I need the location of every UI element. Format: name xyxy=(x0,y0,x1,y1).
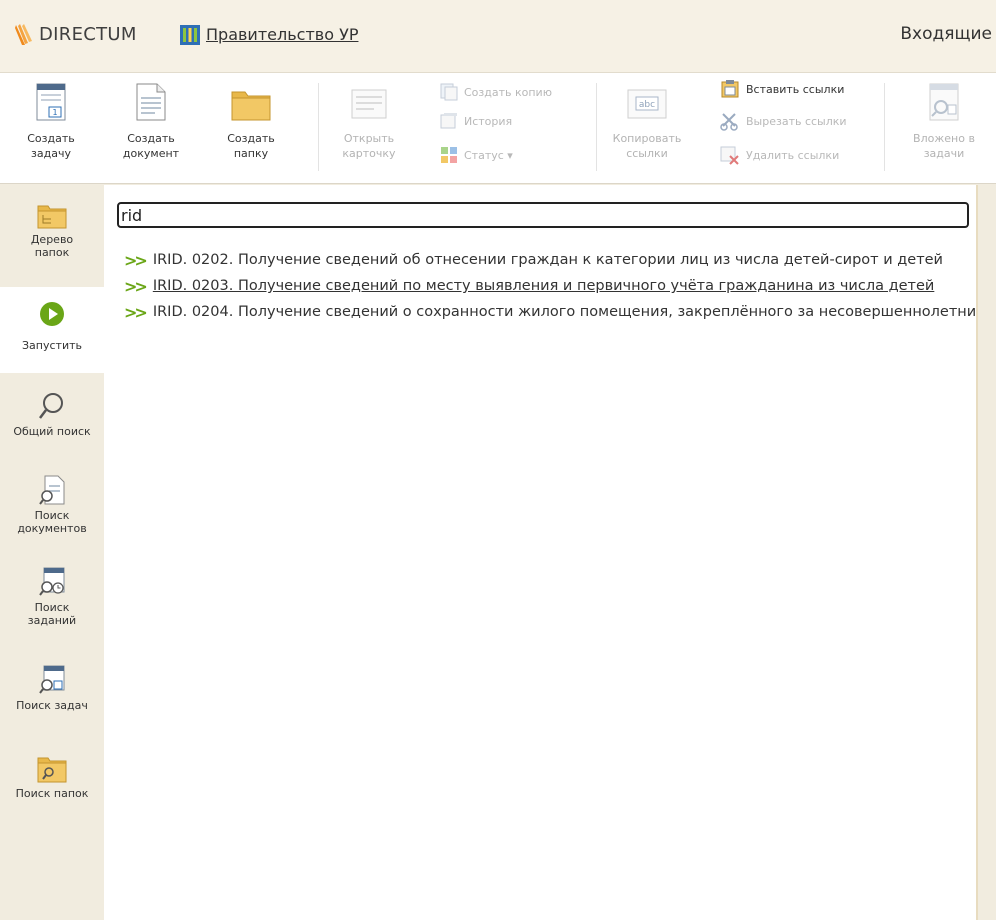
copy-links-button[interactable]: abc Копировать ссылки xyxy=(604,73,690,183)
brand-name: DIRECTUM xyxy=(39,24,137,45)
toolbar-separator xyxy=(318,83,319,171)
history-icon xyxy=(440,113,457,129)
create-folder-button[interactable]: Создать папку xyxy=(208,73,294,183)
run-label: Запустить xyxy=(22,339,82,352)
play-icon xyxy=(40,302,64,326)
title-bar: DIRECTUM Правительство УР Входящие xyxy=(0,0,996,73)
task-calendar-icon: 1 xyxy=(36,83,66,121)
delete-links-label: Удалить ссылки xyxy=(746,148,840,162)
document-search-icon xyxy=(39,475,65,505)
nav-task-search[interactable]: Поиск задач xyxy=(0,665,104,712)
copy-links-label: Копировать ссылки xyxy=(612,132,682,160)
directum-logo-icon xyxy=(15,24,32,45)
attached-in-tasks-label: Вложено в задачи xyxy=(913,132,975,160)
folder-tree-icon xyxy=(37,205,67,229)
result-item-label: IRID. 0202. Получение сведений об отнесе… xyxy=(152,252,943,268)
copy-links-icon: abc xyxy=(627,89,667,119)
document-icon xyxy=(136,83,166,121)
result-item[interactable]: >> IRID. 0204. Получение сведений о сохр… xyxy=(124,299,976,325)
double-chevron-right-icon: >> xyxy=(124,302,148,322)
cut-links-button[interactable]: Вырезать ссылки xyxy=(720,110,847,132)
create-document-label: Создать документ xyxy=(122,132,180,160)
organization-icon xyxy=(180,25,200,45)
scissors-icon xyxy=(720,113,738,131)
create-task-button[interactable]: 1 Создать задачу xyxy=(8,73,94,183)
organization-link[interactable]: Правительство УР xyxy=(206,25,358,44)
nav-run[interactable]: Запустить xyxy=(0,287,104,373)
toolbar: 1 Создать задачу Создать документ Создат… xyxy=(0,73,996,184)
history-button[interactable]: История xyxy=(440,110,512,132)
open-card-label: Открыть карточку xyxy=(342,132,396,160)
paste-icon xyxy=(721,80,739,98)
assignment-search-icon xyxy=(39,567,65,596)
document-search-label: Поиск документов xyxy=(17,509,87,535)
search-input[interactable] xyxy=(117,202,969,228)
double-chevron-right-icon: >> xyxy=(124,276,148,296)
delete-links-icon xyxy=(720,146,739,165)
result-item-label: IRID. 0204. Получение сведений о сохранн… xyxy=(152,304,976,320)
status-grid-icon xyxy=(441,147,457,163)
attached-tasks-icon xyxy=(929,83,959,121)
folder-icon xyxy=(231,91,271,121)
result-item-label: IRID. 0203. Получение сведений по месту … xyxy=(152,278,935,294)
assignment-search-label: Поиск заданий xyxy=(27,601,77,627)
double-chevron-right-icon: >> xyxy=(124,250,148,270)
create-copy-button[interactable]: Создать копию xyxy=(440,81,552,103)
create-copy-label: Создать копию xyxy=(464,85,552,99)
search-icon xyxy=(39,393,63,419)
toolbar-separator xyxy=(596,83,597,171)
search-results-list: >> IRID. 0202. Получение сведений об отн… xyxy=(124,247,976,325)
result-item[interactable]: >> IRID. 0202. Получение сведений об отн… xyxy=(124,247,976,273)
folder-search-icon xyxy=(37,757,67,783)
folder-tree-label: Дерево папок xyxy=(30,233,74,259)
copy-links-icon-text: abc xyxy=(639,100,655,110)
main-content: >> IRID. 0202. Получение сведений об отн… xyxy=(104,185,976,920)
paste-links-label: Вставить ссылки xyxy=(746,82,845,96)
history-label: История xyxy=(464,114,513,128)
card-icon xyxy=(351,89,387,119)
task-search-label: Поиск задач xyxy=(16,699,88,712)
create-task-label: Создать задачу xyxy=(27,132,75,160)
copy-doc-icon xyxy=(440,83,458,101)
cut-links-label: Вырезать ссылки xyxy=(746,114,847,128)
left-navigation: Дерево папок Запустить Общий поиск Поиск… xyxy=(0,185,104,920)
status-dropdown[interactable]: Статус ▾ xyxy=(440,144,513,166)
paste-links-button[interactable]: Вставить ссылки xyxy=(720,78,844,100)
nav-document-search[interactable]: Поиск документов xyxy=(0,475,104,535)
delete-links-button[interactable]: Удалить ссылки xyxy=(720,144,839,166)
toolbar-separator xyxy=(884,83,885,171)
attached-in-tasks-button[interactable]: Вложено в задачи xyxy=(896,73,992,183)
nav-general-search[interactable]: Общий поиск xyxy=(0,391,104,438)
task-search-icon xyxy=(39,665,65,694)
inbox-link[interactable]: Входящие xyxy=(900,24,992,44)
nav-folder-tree[interactable]: Дерево папок xyxy=(0,203,104,259)
right-edge-panel xyxy=(976,185,996,920)
folder-search-label: Поиск папок xyxy=(15,787,89,800)
svg-text:1: 1 xyxy=(52,108,57,117)
nav-folder-search[interactable]: Поиск папок xyxy=(0,755,104,800)
open-card-button[interactable]: Открыть карточку xyxy=(326,73,412,183)
nav-assignment-search[interactable]: Поиск заданий xyxy=(0,567,104,627)
general-search-label: Общий поиск xyxy=(13,425,91,438)
create-document-button[interactable]: Создать документ xyxy=(108,73,194,183)
status-label: Статус ▾ xyxy=(464,148,513,162)
create-folder-label: Создать папку xyxy=(227,132,275,160)
result-item[interactable]: >> IRID. 0203. Получение сведений по мес… xyxy=(124,273,976,299)
